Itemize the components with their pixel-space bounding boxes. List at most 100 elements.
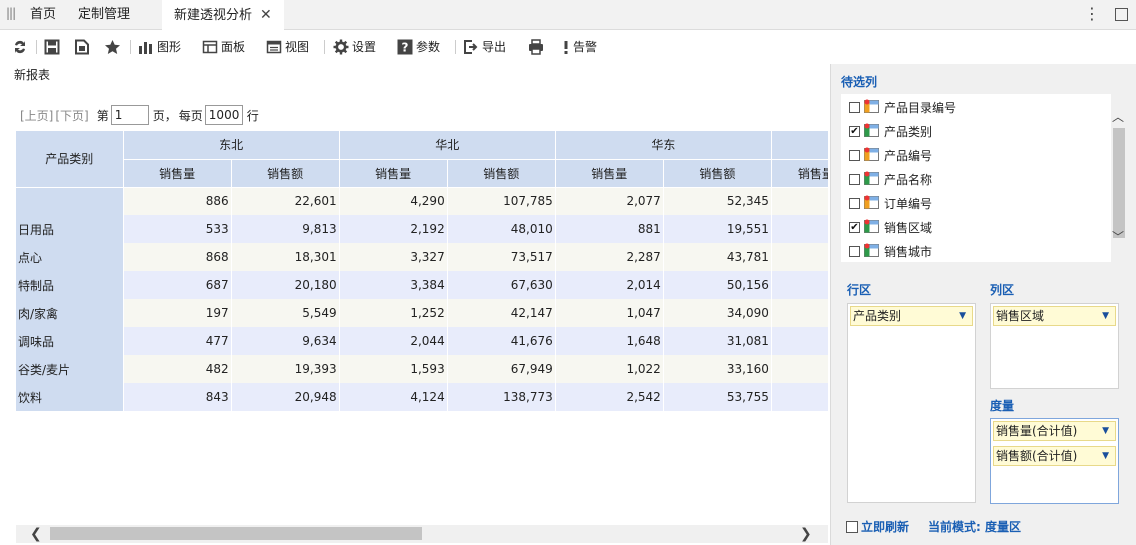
tab-home[interactable]: 首页: [18, 0, 68, 30]
value-cell[interactable]: 52,345: [663, 187, 772, 215]
params-button[interactable]: ? 参数: [397, 38, 440, 56]
value-cell[interactable]: [771, 355, 828, 383]
value-cell[interactable]: 1,593: [339, 355, 448, 383]
auto-refresh-checkbox[interactable]: [846, 520, 858, 533]
scrollbar-thumb[interactable]: [1113, 128, 1125, 238]
measure-header[interactable]: 销售量: [555, 159, 664, 188]
value-cell[interactable]: [771, 243, 828, 271]
field-checkbox[interactable]: [849, 245, 860, 257]
refresh-button[interactable]: [12, 38, 28, 56]
row-dimension-header[interactable]: 产品类别: [16, 131, 124, 188]
save-as-button[interactable]: [74, 38, 90, 56]
favorite-button[interactable]: [104, 38, 121, 56]
value-cell[interactable]: 19,551: [663, 215, 772, 243]
value-cell[interactable]: 41,676: [447, 327, 556, 355]
dropdown-arrow-icon[interactable]: ▼: [959, 307, 966, 325]
value-cell[interactable]: 881: [555, 215, 664, 243]
field-item[interactable]: ✔ 销售区域: [849, 217, 932, 237]
dropdown-arrow-icon[interactable]: ▼: [1102, 447, 1109, 465]
column-header-region[interactable]: 东北: [123, 131, 340, 160]
alert-button[interactable]: 告警: [562, 38, 597, 56]
export-button[interactable]: 导出: [463, 38, 506, 56]
value-cell[interactable]: 34,090: [663, 299, 772, 327]
settings-button[interactable]: 设置: [333, 38, 376, 56]
row-area-dropzone[interactable]: 产品类别 ▼: [847, 303, 976, 503]
field-checkbox[interactable]: [849, 101, 860, 113]
value-cell[interactable]: 22,601: [231, 187, 340, 215]
chevron-down-icon[interactable]: ﹀: [1112, 228, 1124, 245]
measure-header[interactable]: 销售量: [771, 159, 828, 188]
field-item[interactable]: 产品目录编号: [849, 97, 956, 117]
measure-header[interactable]: 销售量: [339, 159, 448, 188]
value-cell[interactable]: 67,630: [447, 271, 556, 299]
value-cell[interactable]: 687: [123, 271, 232, 299]
value-cell[interactable]: 43,781: [663, 243, 772, 271]
value-cell[interactable]: [771, 299, 828, 327]
measure-header[interactable]: 销售额: [447, 159, 556, 188]
chevron-right-icon[interactable]: ❯: [800, 525, 812, 543]
value-cell[interactable]: 1,022: [555, 355, 664, 383]
row-label-cell[interactable]: [16, 187, 124, 215]
column-header-region[interactable]: 华北: [339, 131, 556, 160]
value-cell[interactable]: [771, 327, 828, 355]
drag-handle-icon[interactable]: |||: [6, 6, 16, 20]
measure-header[interactable]: 销售额: [663, 159, 772, 188]
value-cell[interactable]: 42,147: [447, 299, 556, 327]
field-item[interactable]: 订单编号: [849, 193, 932, 213]
field-item[interactable]: ✔ 产品类别: [849, 121, 932, 141]
value-cell[interactable]: 73,517: [447, 243, 556, 271]
value-cell[interactable]: 1,252: [339, 299, 448, 327]
row-label-cell[interactable]: 日用品: [16, 215, 124, 243]
row-label-cell[interactable]: 点心: [16, 243, 124, 271]
field-checkbox[interactable]: ✔: [849, 221, 860, 233]
dropdown-arrow-icon[interactable]: ▼: [1102, 307, 1109, 325]
value-cell[interactable]: 33,160: [663, 355, 772, 383]
chevron-left-icon[interactable]: ❮: [30, 525, 42, 543]
measure-field-chip[interactable]: 销售量(合计值) ▼: [993, 421, 1116, 441]
page-number-input[interactable]: [110, 105, 149, 125]
column-field-chip[interactable]: 销售区域 ▼: [993, 306, 1116, 326]
save-button[interactable]: [44, 38, 60, 56]
value-cell[interactable]: 2,192: [339, 215, 448, 243]
auto-refresh-toggle[interactable]: 立即刷新: [846, 518, 909, 535]
column-header-region[interactable]: 华东: [555, 131, 772, 160]
field-checkbox[interactable]: [849, 197, 860, 209]
value-cell[interactable]: 1,047: [555, 299, 664, 327]
column-header-region[interactable]: [771, 131, 828, 160]
horizontal-scrollbar[interactable]: ❮ ❯: [16, 525, 828, 543]
prev-page-link[interactable]: [上页]: [20, 107, 53, 124]
print-button[interactable]: [528, 38, 544, 56]
chevron-up-icon[interactable]: ︿: [1112, 108, 1124, 125]
value-cell[interactable]: 2,542: [555, 383, 664, 411]
value-cell[interactable]: 1,648: [555, 327, 664, 355]
row-field-chip[interactable]: 产品类别 ▼: [850, 306, 973, 326]
field-item[interactable]: 产品名称: [849, 169, 932, 189]
maximize-icon[interactable]: [1115, 8, 1128, 21]
value-cell[interactable]: 18,301: [231, 243, 340, 271]
row-label-cell[interactable]: 饮料: [16, 383, 124, 411]
value-cell[interactable]: 53,755: [663, 383, 772, 411]
value-cell[interactable]: 20,948: [231, 383, 340, 411]
panel-button[interactable]: 面板: [202, 38, 245, 56]
value-cell[interactable]: 197: [123, 299, 232, 327]
value-cell[interactable]: 4,124: [339, 383, 448, 411]
field-checkbox[interactable]: [849, 149, 860, 161]
value-cell[interactable]: 2,287: [555, 243, 664, 271]
value-cell[interactable]: [771, 187, 828, 215]
field-item[interactable]: 销售城市: [849, 241, 932, 261]
vertical-scrollbar[interactable]: ︿ ﹀: [1111, 94, 1127, 262]
value-cell[interactable]: 2,077: [555, 187, 664, 215]
value-cell[interactable]: 67,949: [447, 355, 556, 383]
value-cell[interactable]: 2,044: [339, 327, 448, 355]
value-cell[interactable]: 2,014: [555, 271, 664, 299]
value-cell[interactable]: 20,180: [231, 271, 340, 299]
value-cell[interactable]: 9,634: [231, 327, 340, 355]
rows-per-page-input[interactable]: [204, 105, 243, 125]
value-cell[interactable]: 50,156: [663, 271, 772, 299]
value-cell[interactable]: 3,384: [339, 271, 448, 299]
more-vertical-icon[interactable]: ⋮: [1084, 4, 1100, 23]
row-label-cell[interactable]: 特制品: [16, 271, 124, 299]
value-cell[interactable]: 107,785: [447, 187, 556, 215]
value-cell[interactable]: 477: [123, 327, 232, 355]
value-cell[interactable]: [771, 215, 828, 243]
